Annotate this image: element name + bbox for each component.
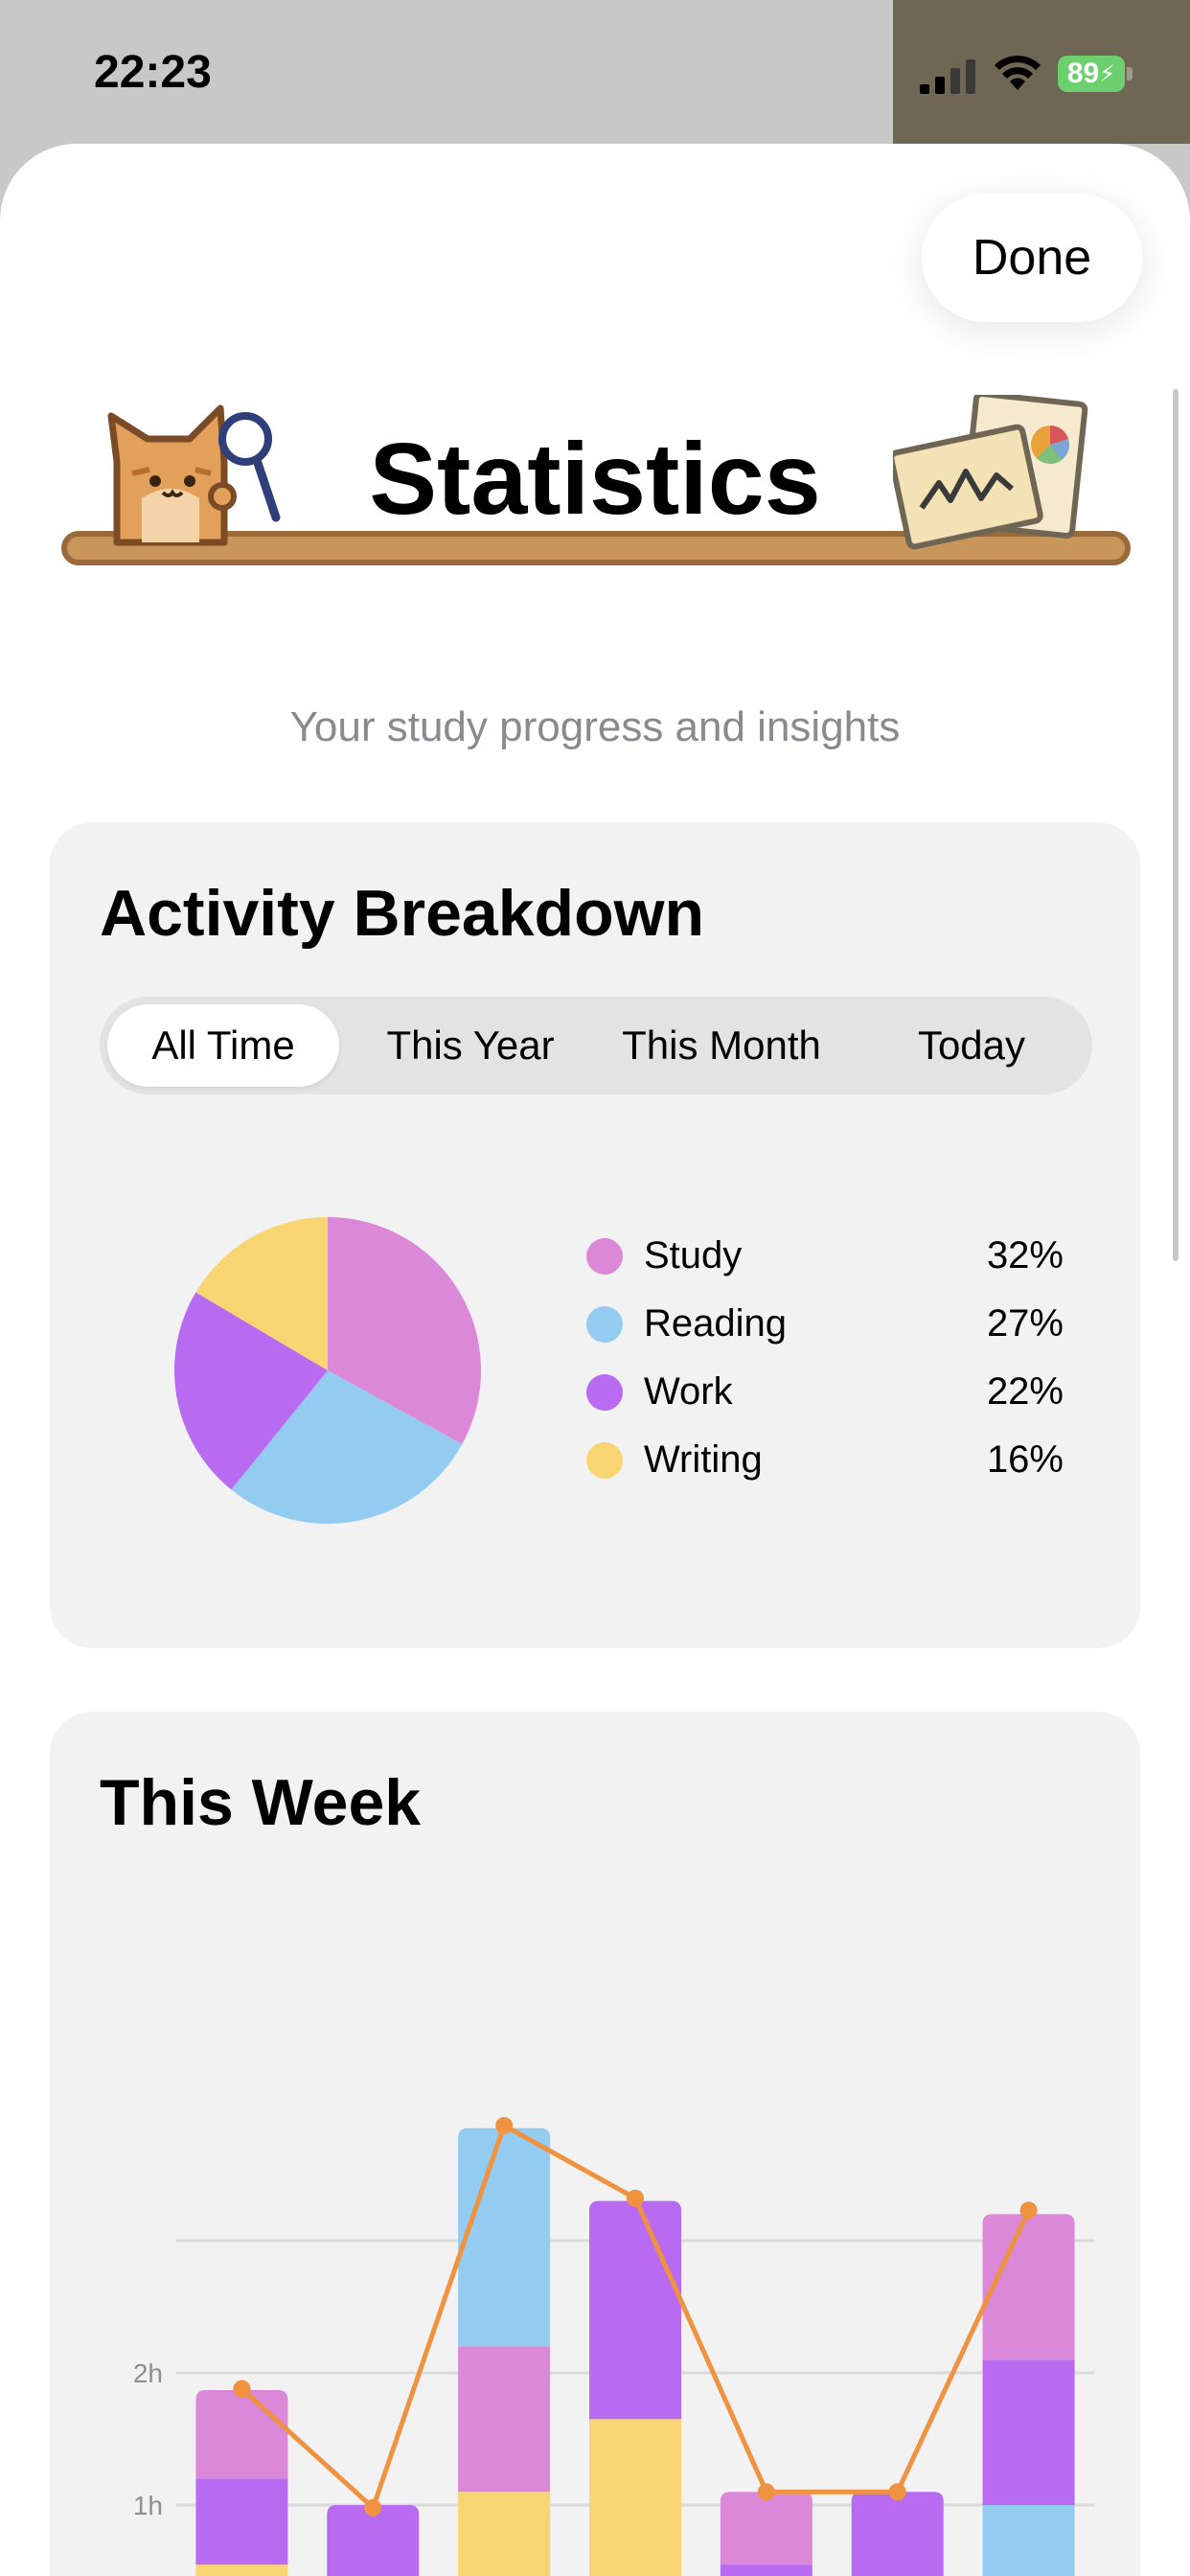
bar-segment-thu [720, 2564, 812, 2576]
statistics-sheet: Done Statistics Your study progress and … [0, 144, 1190, 2576]
battery-level: 89 [1066, 58, 1100, 89]
activity-breakdown-card: Activity Breakdown All Time This Year Th… [50, 822, 1140, 1648]
trend-point-fri [888, 2483, 906, 2501]
legend-swatch-work [586, 1374, 623, 1411]
tab-today[interactable]: Today [847, 1004, 1096, 1087]
bar-segment-tue [458, 2128, 551, 2347]
bar-segment-wed [589, 2200, 681, 2420]
bar-segment-tue [458, 2492, 551, 2576]
page-title: Statistics [369, 423, 821, 536]
trend-point-mon [364, 2498, 382, 2517]
status-time: 22:23 [94, 47, 212, 98]
legend-item-work: Work 22% [535, 1357, 1090, 1425]
time-range-segmented-control: All Time This Year This Month Today [100, 997, 1092, 1094]
battery-nub [1127, 67, 1133, 80]
legend-swatch-reading [586, 1306, 623, 1343]
legend-label-work: Work [644, 1370, 733, 1413]
bar-segment-sun [195, 2478, 288, 2565]
trend-point-sat [1019, 2201, 1038, 2220]
y-tick-label: 2h [133, 2358, 163, 2388]
legend-item-study: Study 32% [535, 1221, 1090, 1289]
weekly-stacked-bar-chart: 1h2hSunMonTueWedThuFriSat [133, 2116, 1094, 2576]
legend-label-study: Study [644, 1234, 743, 1276]
activity-breakdown-title: Activity Breakdown [100, 877, 705, 950]
bar-segment-sun [195, 2389, 288, 2479]
bar-segment-wed [589, 2419, 681, 2576]
bar-segment-tue [458, 2346, 551, 2493]
legend-label-writing: Writing [644, 1438, 763, 1481]
trend-point-wed [627, 2189, 644, 2207]
status-bar: 22:23 89 ⚡ [0, 0, 1190, 144]
tab-this-year[interactable]: This Year [345, 1004, 596, 1087]
tab-this-month[interactable]: This Month [596, 1004, 847, 1087]
trend-point-tue [495, 2116, 514, 2134]
legend-swatch-study [586, 1238, 623, 1275]
this-week-card: This Week 1h2hSunMonTueWedThuFriSat [50, 1712, 1140, 2576]
activity-pie-chart [174, 1217, 481, 1524]
bar-segment-fri [851, 2492, 944, 2576]
bar-segment-sat [982, 2505, 1075, 2576]
legend-label-reading: Reading [644, 1302, 788, 1345]
legend-item-writing: Writing 16% [535, 1425, 1090, 1493]
bar-segment-sat [982, 2214, 1075, 2360]
legend-value-work: 22% [986, 1370, 1064, 1413]
legend-value-writing: 16% [986, 1438, 1064, 1481]
bar-segment-thu [720, 2492, 812, 2565]
battery-icon: 89 ⚡ [1058, 56, 1125, 92]
legend-value-study: 32% [986, 1234, 1064, 1276]
trend-point-sun [233, 2380, 251, 2398]
done-button[interactable]: Done [922, 194, 1142, 322]
trend-point-thu [757, 2483, 775, 2501]
legend-value-reading: 27% [986, 1302, 1064, 1345]
tab-all-time[interactable]: All Time [107, 1004, 339, 1087]
wifi-icon [995, 56, 1041, 90]
legend-item-reading: Reading 27% [535, 1289, 1090, 1357]
cellular-signal-icon [920, 59, 975, 94]
activity-legend: Study 32% Reading 27% Work 22% Writing 1… [535, 1221, 1090, 1493]
bar-segment-sun [195, 2564, 288, 2576]
y-tick-label: 1h [133, 2491, 163, 2520]
bar-segment-sat [982, 2359, 1075, 2505]
legend-swatch-writing [586, 1442, 623, 1479]
page-subtitle: Your study progress and insights [289, 703, 901, 750]
